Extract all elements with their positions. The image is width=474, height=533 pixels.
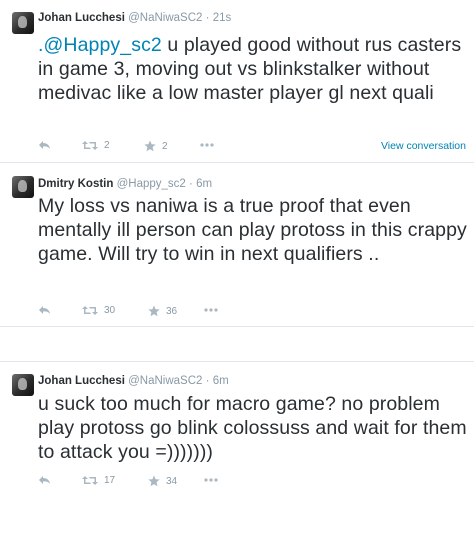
view-conversation-link[interactable]: View conversation xyxy=(381,140,466,152)
retweet-count: 30 xyxy=(104,305,116,316)
avatar[interactable] xyxy=(12,176,34,198)
timestamp[interactable]: 6m xyxy=(213,375,229,387)
author-handle[interactable]: @NaNiwaSC2 xyxy=(128,12,202,24)
retweet-icon xyxy=(82,306,98,315)
more-icon xyxy=(204,478,218,482)
reply-icon xyxy=(39,306,50,314)
reply-button[interactable] xyxy=(38,140,51,150)
reply-button[interactable] xyxy=(38,475,51,485)
author-handle[interactable]: @NaNiwaSC2 xyxy=(128,375,202,387)
favorite-button[interactable]: 2 xyxy=(144,140,168,152)
retweet-icon xyxy=(82,141,98,150)
favorite-count: 36 xyxy=(166,305,178,317)
reply-button[interactable] xyxy=(38,305,51,315)
star-icon xyxy=(148,475,160,487)
avatar[interactable] xyxy=(12,374,34,396)
avatar[interactable] xyxy=(12,12,34,34)
tweet-header: Johan Lucchesi @NaNiwaSC2 · 6m xyxy=(38,374,229,388)
more-button[interactable] xyxy=(204,478,218,482)
reply-icon xyxy=(39,476,50,484)
mention-link[interactable]: .@Happy_sc2 xyxy=(38,34,162,56)
reply-icon xyxy=(39,141,50,149)
favorite-button[interactable]: 36 xyxy=(148,305,177,317)
retweet-count: 2 xyxy=(104,140,110,151)
favorite-count: 2 xyxy=(162,140,168,152)
tweet[interactable]: Johan Lucchesi @NaNiwaSC2 · 21s .@Happy_… xyxy=(0,0,474,162)
author-name[interactable]: Johan Lucchesi xyxy=(38,12,125,24)
author-name[interactable]: Johan Lucchesi xyxy=(38,375,125,387)
retweet-count: 17 xyxy=(104,475,116,486)
favorite-button[interactable]: 34 xyxy=(148,475,177,487)
retweet-icon xyxy=(82,476,98,485)
retweet-button[interactable]: 30 xyxy=(82,305,115,316)
more-icon xyxy=(204,308,218,312)
retweet-button[interactable]: 2 xyxy=(82,140,110,151)
tweet[interactable]: Johan Lucchesi @NaNiwaSC2 · 6m u suck to… xyxy=(0,362,474,533)
star-icon xyxy=(148,305,160,317)
tweet-text: .@Happy_sc2 u played good without rus ca… xyxy=(38,33,468,105)
more-icon xyxy=(200,143,214,147)
separator: · xyxy=(189,178,193,190)
more-button[interactable] xyxy=(204,308,218,312)
favorite-count: 34 xyxy=(166,475,178,487)
author-handle[interactable]: @Happy_sc2 xyxy=(117,178,186,190)
tweet[interactable]: Dmitry Kostin @Happy_sc2 · 6m My loss vs… xyxy=(0,163,474,325)
tweet-header: Johan Lucchesi @NaNiwaSC2 · 21s xyxy=(38,11,231,25)
separator: · xyxy=(205,12,210,24)
tweet-header: Dmitry Kostin @Happy_sc2 · 6m xyxy=(38,177,212,191)
tweet-text: My loss vs naniwa is a true proof that e… xyxy=(38,195,467,265)
tweet-text: u suck too much for macro game? no probl… xyxy=(38,393,467,463)
more-button[interactable] xyxy=(200,143,214,147)
timestamp[interactable]: 21s xyxy=(213,12,232,24)
retweet-button[interactable]: 17 xyxy=(82,475,115,486)
star-icon xyxy=(144,140,156,152)
section-gap xyxy=(0,326,474,362)
author-name[interactable]: Dmitry Kostin xyxy=(38,178,113,190)
timestamp[interactable]: 6m xyxy=(196,178,212,190)
separator: · xyxy=(205,375,210,387)
